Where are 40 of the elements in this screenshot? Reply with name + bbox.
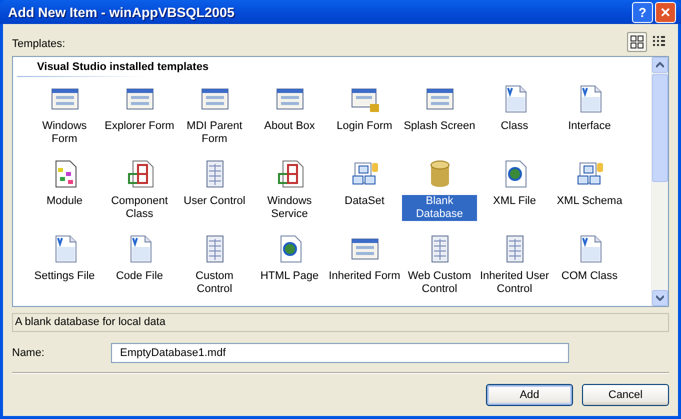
template-label[interactable]: Splash Screen [402, 120, 476, 133]
template-label[interactable]: DataSet [344, 195, 386, 208]
description-text: A blank database for local data [12, 313, 669, 332]
template-label[interactable]: Login Form [336, 120, 394, 133]
template-label[interactable]: HTML Page [259, 270, 320, 283]
large-icons-icon [630, 35, 644, 49]
template-label[interactable]: Windows Form [27, 120, 102, 146]
window-title: Add New Item - winAppVBSQL2005 [8, 4, 236, 20]
template-label[interactable]: Inherited User Control [477, 270, 552, 296]
name-field[interactable]: EmptyDatabase1.mdf [111, 343, 569, 363]
template-label[interactable]: XML Schema [556, 195, 624, 208]
group-heading: Visual Studio installed templates [17, 60, 307, 77]
view-toggle-button[interactable] [627, 32, 647, 52]
template-label[interactable]: MDI Parent Form [177, 120, 252, 146]
dialog-button[interactable]: Add [486, 384, 573, 406]
template-label[interactable]: Class [500, 120, 530, 133]
scroll-down-icon[interactable] [656, 295, 664, 301]
scrollbar[interactable] [651, 57, 668, 306]
template-label[interactable]: About Box [263, 120, 316, 133]
template-label[interactable]: COM Class [560, 270, 619, 283]
template-label[interactable]: XML File [492, 195, 537, 208]
template-label[interactable]: Windows Service [252, 195, 327, 221]
scroll-up-icon[interactable] [656, 62, 664, 68]
template-label[interactable]: User Control [182, 195, 246, 208]
dialog-button[interactable]: Cancel [582, 384, 669, 406]
close-button[interactable]: ✕ [655, 2, 676, 22]
template-label[interactable]: Blank Database [402, 195, 477, 221]
name-label: Name: [12, 347, 46, 359]
template-label[interactable]: Web Custom Control [402, 270, 477, 296]
help-button[interactable]: ? [632, 2, 653, 22]
template-label[interactable]: Code File [114, 270, 164, 283]
template-label[interactable]: Component Class [102, 195, 177, 221]
template-label[interactable]: Settings File [33, 270, 96, 283]
templates-label: Templates: [12, 38, 66, 52]
template-label[interactable]: Inherited Form [328, 270, 402, 283]
template-label[interactable]: Explorer Form [104, 120, 176, 133]
template-label[interactable]: Custom Control [177, 270, 252, 296]
list-view-icon [652, 35, 666, 49]
template-label[interactable]: Module [45, 195, 84, 208]
template-label[interactable]: Interface [567, 120, 612, 133]
